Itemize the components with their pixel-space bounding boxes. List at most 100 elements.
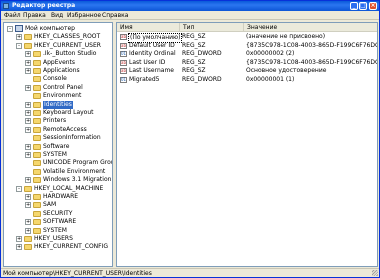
expand-icon[interactable]: + [16, 244, 22, 251]
expand-icon[interactable]: + [25, 101, 31, 108]
tree-node[interactable]: + HARDWARE [4, 193, 112, 201]
folder-icon [33, 126, 41, 133]
tree-node[interactable]: + Software [4, 142, 112, 151]
expand-icon[interactable]: + [25, 118, 31, 125]
string-value-icon: ab [120, 68, 127, 74]
title-bar[interactable]: Редактор реестра _ □ × [1, 1, 379, 11]
expand-icon[interactable]: + [25, 126, 31, 133]
expand-icon[interactable]: + [25, 152, 31, 158]
tree-node[interactable]: - HKEY_LOCAL_MACHINE [4, 185, 112, 193]
binary-value-icon: 01 [120, 76, 127, 83]
expand-icon[interactable]: + [25, 51, 31, 58]
column-header-value[interactable]: Значение [244, 23, 377, 32]
column-header-type[interactable]: Тип [180, 23, 244, 32]
tree-node[interactable]: + SYSTEM [4, 151, 112, 159]
menu-view[interactable]: Вид [51, 12, 63, 19]
tree-node[interactable]: UNICODE Program Groups [4, 159, 112, 167]
value-data: 0x00000002 (2) [246, 50, 295, 57]
value-row[interactable]: 01 Identity Ordinal REG_DWORD 0x00000002 (2… [117, 50, 377, 58]
expand-icon[interactable]: + [25, 110, 31, 116]
registry-tree[interactable]: - Мой компьютер + HKEY_CLASSES_ROOT - HKEY_CU… [3, 22, 113, 267]
expand-icon[interactable]: + [25, 202, 31, 209]
value-data: Основное удостоверение [246, 67, 327, 74]
expand-icon[interactable]: + [25, 68, 31, 74]
column-header-name[interactable]: Имя [117, 23, 180, 32]
folder-icon [33, 76, 41, 83]
values-list[interactable]: Имя Тип Значение ab (По умолчанию) REG_SZ(… [116, 22, 378, 267]
tree-node[interactable]: Environment [4, 92, 112, 100]
folder-icon [24, 34, 32, 41]
tree-node[interactable]: + Control Panel [4, 83, 112, 92]
folder-icon [33, 227, 41, 234]
value-row[interactable]: ab (По умолчанию) REG_SZ (значение не присв… [117, 33, 377, 43]
tree-node[interactable]: Volatile Environment [4, 168, 112, 176]
tree-node[interactable]: + AppEvents [4, 58, 112, 67]
folder-icon [33, 194, 41, 200]
tree-node[interactable]: + SYSTEM [4, 226, 112, 235]
expand-icon[interactable]: + [25, 177, 31, 184]
value-type: REG_SZ [182, 33, 206, 40]
resize-grip-icon[interactable] [372, 270, 378, 276]
tree-node[interactable]: + SOFTWARE [4, 218, 112, 226]
menu-help[interactable]: Справка [102, 12, 128, 19]
minimize-button[interactable]: _ [350, 2, 358, 10]
tree-node[interactable]: + Printers [4, 117, 112, 125]
folder-icon [33, 143, 41, 150]
value-row[interactable]: 01 Migrated5 REG_DWORD 0x00000001 (1) [117, 76, 377, 84]
tree-node-label: Environment [43, 92, 82, 100]
maximize-button[interactable]: □ [359, 2, 367, 10]
tree-node[interactable]: + Windows 3.1 Migration Stat [4, 176, 112, 184]
folder-icon [24, 244, 32, 251]
menu-file[interactable]: Файл [4, 12, 21, 19]
tree-node[interactable]: + HKEY_CURRENT_CONFIG [4, 243, 112, 251]
tree-node[interactable]: + Keyboard Layout [4, 109, 112, 117]
tree-node-label: SECURITY [43, 209, 73, 217]
collapse-icon[interactable]: - [7, 26, 13, 32]
tree-node-label: Software [43, 142, 70, 150]
tree-node-label: SYSTEM [43, 151, 67, 158]
string-value-icon: ab [120, 59, 127, 66]
menu-edit[interactable]: Правка [23, 12, 46, 19]
tree-node-label: AppEvents [43, 58, 76, 66]
expand-icon[interactable]: + [25, 219, 31, 226]
tree-node-label: RemoteAccess [43, 125, 87, 133]
folder-icon [33, 135, 41, 142]
tree-node[interactable]: + Identities [4, 100, 112, 109]
folder-icon [33, 59, 41, 66]
tree-node[interactable]: + Applications [4, 67, 112, 75]
expand-icon[interactable]: + [25, 194, 31, 200]
tree-node[interactable]: + RemoteAccess [4, 125, 112, 134]
tree-node[interactable]: - HKEY_CURRENT_USER [4, 41, 112, 50]
tree-node[interactable]: SessionInformation [4, 134, 112, 142]
expand-icon[interactable]: + [25, 59, 31, 66]
expand-icon[interactable]: + [25, 227, 31, 234]
tree-node-label: SYSTEM [43, 226, 67, 234]
menu-favorites[interactable]: Избранное [67, 12, 101, 19]
value-row[interactable]: ab Last Username REG_SZ Основное удостовере… [117, 67, 377, 75]
tree-node-label: Windows 3.1 Migration Stat [43, 176, 112, 184]
expand-icon[interactable]: + [16, 34, 22, 41]
tree-node-label: Control Panel [43, 83, 83, 91]
tree-node[interactable]: + .Ik-_Button Studio [4, 50, 112, 58]
tree-node[interactable]: + SAM [4, 201, 112, 209]
value-row[interactable]: ab Default User ID REG_SZ {8735C978-1C08-40… [117, 41, 378, 50]
status-path: Мой компьютер\HKEY_CURRENT_USER\Identiti… [3, 270, 152, 277]
value-data: {8735C978-1C08-4003-865D-F199C6F76DC4} [246, 41, 378, 49]
folder-icon [33, 101, 41, 108]
expand-icon[interactable]: + [16, 236, 22, 242]
tree-node[interactable]: SECURITY [4, 209, 112, 218]
value-row[interactable]: ab Last User ID REG_SZ {8735C978-1C08-4003-… [117, 59, 377, 67]
tree-node[interactable]: + HKEY_USERS [4, 235, 112, 243]
tree-node[interactable]: Console [4, 75, 112, 83]
collapse-icon[interactable]: - [16, 42, 22, 49]
tree-node[interactable]: - Мой компьютер [4, 25, 112, 33]
tree-node-label: HKEY_CURRENT_USER [34, 41, 101, 49]
expand-icon[interactable]: + [25, 84, 31, 91]
expand-icon[interactable]: + [25, 143, 31, 150]
folder-icon [33, 210, 41, 217]
tree-node-label: SOFTWARE [43, 218, 77, 226]
collapse-icon[interactable]: - [16, 185, 22, 192]
folder-icon [33, 118, 41, 125]
tree-node[interactable]: + HKEY_CLASSES_ROOT [4, 33, 112, 41]
close-button[interactable]: × [369, 2, 377, 10]
